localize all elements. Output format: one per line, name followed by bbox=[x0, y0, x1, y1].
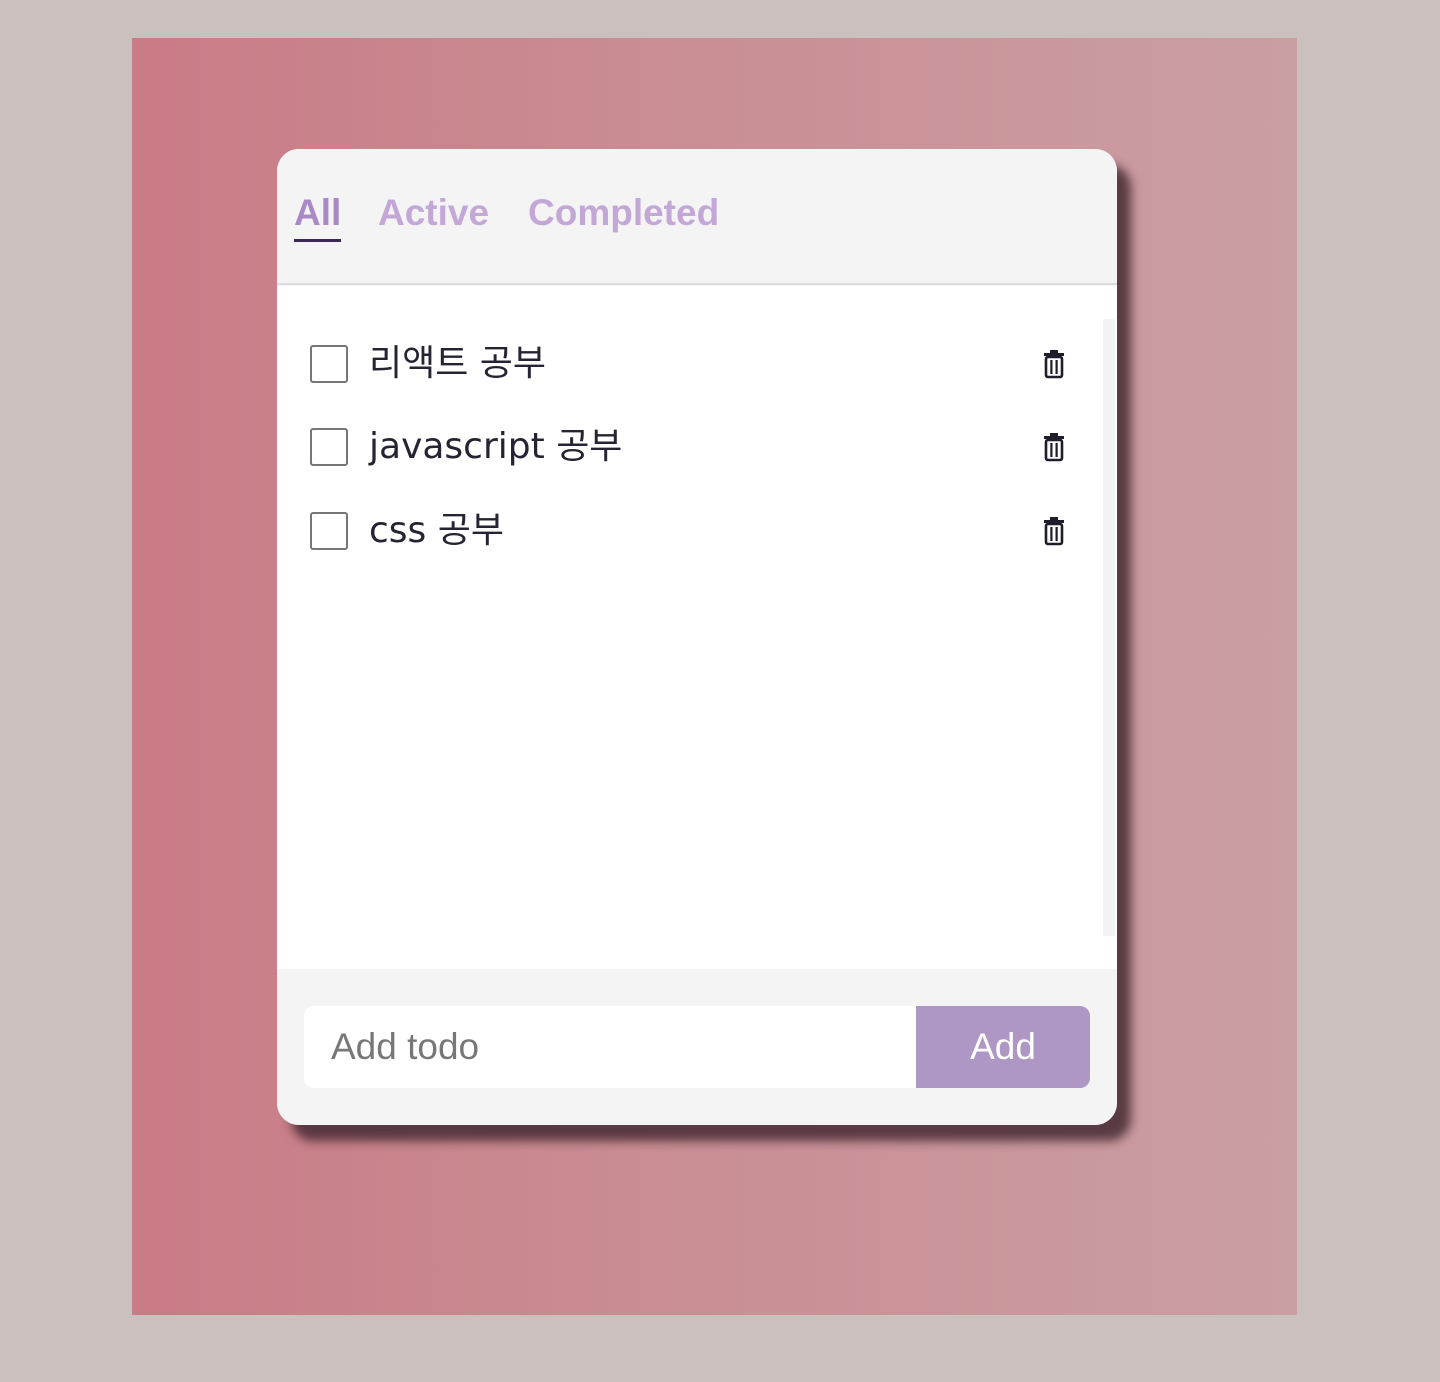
todo-item: 리액트 공부 bbox=[277, 336, 1077, 396]
tab-all-label: All bbox=[294, 192, 342, 233]
add-todo-form: Add bbox=[277, 969, 1117, 1125]
selected-tab-underline bbox=[294, 239, 342, 242]
add-todo-input-wrapper bbox=[304, 1006, 916, 1088]
tab-completed[interactable]: Completed bbox=[528, 191, 719, 235]
todo-item: css 공부 bbox=[277, 503, 1077, 563]
tab-completed-label: Completed bbox=[528, 192, 720, 233]
todo-checkbox[interactable] bbox=[310, 345, 348, 383]
todo-checkbox[interactable] bbox=[310, 512, 348, 550]
tab-all[interactable]: All bbox=[294, 191, 342, 242]
todo-text: 리액트 공부 bbox=[369, 343, 547, 384]
todo-text: css 공부 bbox=[369, 510, 504, 551]
todo-text: javascript 공부 bbox=[369, 426, 623, 467]
trash-icon[interactable] bbox=[1041, 349, 1067, 379]
todo-list: 리액트 공부 javascript 공부 css 공부 bbox=[277, 286, 1117, 969]
add-todo-input[interactable] bbox=[304, 1006, 916, 1088]
list-scrollbar[interactable] bbox=[1103, 319, 1115, 936]
tab-active[interactable]: Active bbox=[378, 191, 489, 235]
todo-checkbox[interactable] bbox=[310, 428, 348, 466]
tab-active-label: Active bbox=[378, 192, 490, 233]
todo-app-card: All Active Completed 리액트 공부 javascript 공… bbox=[277, 149, 1117, 1125]
trash-icon[interactable] bbox=[1041, 516, 1067, 546]
add-button[interactable]: Add bbox=[916, 1006, 1090, 1088]
filter-header: All Active Completed bbox=[277, 149, 1117, 285]
todo-item: javascript 공부 bbox=[277, 419, 1077, 479]
trash-icon[interactable] bbox=[1041, 432, 1067, 462]
